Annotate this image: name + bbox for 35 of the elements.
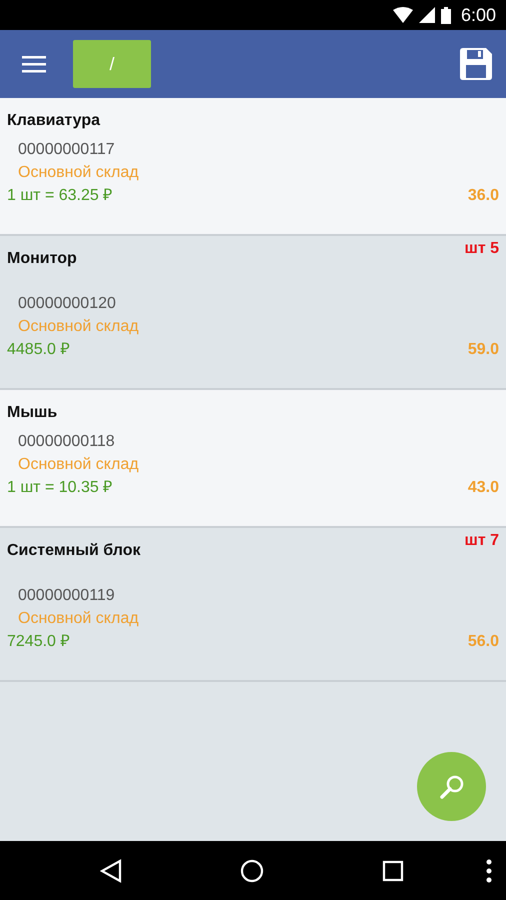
quantity: 36.0 — [468, 186, 499, 206]
back-icon[interactable] — [100, 858, 122, 882]
product-name: Клавиатура — [7, 112, 100, 130]
warehouse-name: Основной склад — [18, 163, 140, 183]
price: 7245.0 ₽ — [7, 632, 70, 652]
wifi-icon — [392, 7, 413, 23]
quantity: 56.0 — [468, 632, 499, 652]
search-icon — [438, 774, 464, 800]
product-name: Системный блок — [7, 542, 140, 560]
product-code: 00000000118 — [18, 432, 116, 452]
clock: 6:00 — [460, 4, 496, 26]
save-icon[interactable] — [460, 48, 492, 80]
product-row[interactable]: Мышь 00000000118 Основной склад 1 шт = 10.35 ₽ 43.0 — [0, 390, 506, 528]
product-code: 00000000119 — [18, 586, 116, 606]
recents-icon[interactable] — [382, 860, 404, 882]
warehouse-name: Основной склад — [18, 609, 140, 629]
quantity: 43.0 — [468, 478, 499, 498]
price: 4485.0 ₽ — [7, 340, 70, 360]
stock-count: шт 7 — [464, 532, 499, 550]
product-name: Монитор — [7, 250, 77, 268]
warehouse-name: Основной склад — [18, 455, 140, 475]
home-icon[interactable] — [240, 858, 264, 882]
price: 1 шт = 63.25 ₽ — [7, 186, 112, 206]
price: 1 шт = 10.35 ₽ — [7, 478, 112, 498]
stock-count: шт 5 — [464, 240, 499, 258]
signal-icon — [418, 7, 435, 23]
battery-icon — [440, 6, 451, 24]
quantity: 59.0 — [468, 340, 499, 360]
warehouse-name: Основной склад — [18, 317, 140, 337]
product-code: 00000000120 — [18, 294, 117, 314]
more-icon[interactable] — [486, 858, 492, 882]
product-code: 00000000117 — [18, 140, 116, 160]
product-name: Мышь — [7, 404, 58, 422]
product-row[interactable]: Клавиатура 00000000117 Основной склад 1 шт = 63.25 ₽ 36.0 — [0, 98, 506, 236]
menu-icon[interactable] — [22, 55, 46, 73]
